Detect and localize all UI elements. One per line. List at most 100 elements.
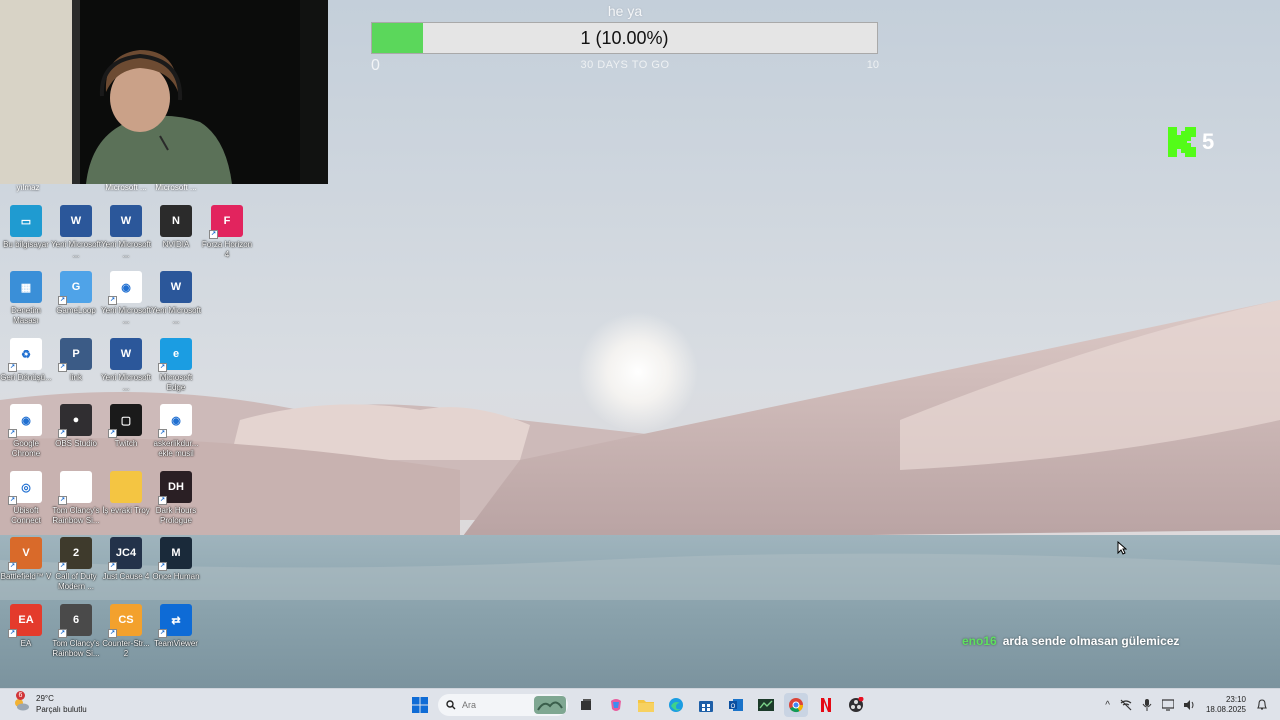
desktop-icon[interactable]: F ↗ Forza Horizon 4 bbox=[201, 205, 253, 260]
shortcut-arrow-icon: ↗ bbox=[58, 629, 67, 638]
desktop-icon[interactable]: İş evraki Troy bbox=[100, 471, 152, 516]
chrome-icon: ◉ ↗ bbox=[8, 404, 42, 438]
word-icon: W bbox=[110, 338, 142, 370]
gameloop-icon: G ↗ bbox=[58, 271, 92, 305]
goal-value: 1 (10.00%) bbox=[580, 28, 669, 48]
desktop-icon-label: askerlikdur... ekle musil bbox=[153, 439, 199, 458]
partial-icon-label[interactable]: Microsoft ... bbox=[98, 183, 154, 192]
clock-time: 23:10 bbox=[1225, 695, 1246, 704]
desktop-icon-label: Bu bilgisayar bbox=[3, 240, 49, 249]
chevron-up-icon[interactable]: ^ bbox=[1105, 700, 1110, 711]
desktop-icon[interactable]: N NVIDIA bbox=[150, 205, 202, 250]
desktop-icon[interactable]: JC4 ↗ Just Cause 4 bbox=[100, 537, 152, 582]
taskbar-search-box[interactable] bbox=[438, 694, 568, 716]
desktop-icon-label: Yeni Microsoft ... bbox=[101, 306, 151, 325]
netflix-icon bbox=[821, 698, 831, 712]
search-input[interactable] bbox=[462, 700, 532, 710]
desktop-icon[interactable]: ◉ ↗ Google Chrome bbox=[0, 404, 52, 459]
desktop-icon-label: Just Cause 4 bbox=[102, 572, 150, 581]
display-icon[interactable] bbox=[1161, 699, 1174, 711]
desktop-icon[interactable]: W Yeni Microsoft ... bbox=[100, 205, 152, 260]
nvidia-app-button[interactable] bbox=[754, 693, 778, 717]
desktop-icon[interactable]: W Yeni Microsoft ... bbox=[50, 205, 102, 260]
shortcut-arrow-icon: ↗ bbox=[8, 363, 17, 372]
desktop-icon-label: Yeni Microsoft ... bbox=[101, 373, 151, 392]
netflix-button[interactable] bbox=[814, 693, 838, 717]
desktop-icon[interactable]: 2 ↗ Call of Duty Modern ... bbox=[50, 537, 102, 592]
chat-username: eno16 bbox=[962, 634, 997, 648]
desktop-icon-label: Google Chrome bbox=[11, 439, 41, 458]
system-tray: ^ 23:10 18.08.2025 bbox=[1105, 693, 1268, 717]
desktop-icon-label: OBS Studio bbox=[55, 439, 97, 448]
chrome-taskbar-button[interactable] bbox=[784, 693, 808, 717]
desktop-icon[interactable]: ● ↗ OBS Studio bbox=[50, 404, 102, 449]
outlook-button[interactable]: O bbox=[724, 693, 748, 717]
desktop-icon[interactable]: P ↗ link bbox=[50, 338, 102, 383]
microphone-icon[interactable] bbox=[1142, 699, 1152, 711]
task-view-button[interactable] bbox=[574, 693, 598, 717]
volume-icon[interactable] bbox=[1183, 699, 1196, 711]
webcam-overlay bbox=[0, 0, 328, 184]
copilot-button[interactable] bbox=[604, 693, 628, 717]
folder-icon bbox=[638, 700, 654, 712]
follower-goal-widget: he ya 1 (10.00%) 0 30 DAYS TO GO 10 bbox=[371, 0, 879, 76]
desktop-icon-label: Ubisoft Connect bbox=[11, 506, 41, 525]
partial-icon-label[interactable]: Microsoft ... bbox=[148, 183, 204, 192]
desktop-icon-label: NVIDIA bbox=[162, 240, 190, 249]
notification-bell-icon[interactable] bbox=[1256, 699, 1268, 711]
desktop-icon[interactable]: 6 ↗ Tom Clancy's Rainbow Si... bbox=[50, 604, 102, 659]
outlook-icon: O bbox=[729, 699, 743, 711]
desktop-icon[interactable]: ◉ ↗ Yeni Microsoft ... bbox=[100, 271, 152, 326]
desktop-icon-label: link bbox=[69, 373, 82, 382]
desktop-icon[interactable]: W Yeni Microsoft ... bbox=[150, 271, 202, 326]
desktop-icon[interactable]: CS ↗ Counter-Str... 2 bbox=[100, 604, 152, 659]
desktop-icon[interactable]: EA ↗ EA bbox=[0, 604, 52, 649]
desktop-icon[interactable]: W Yeni Microsoft ... bbox=[100, 338, 152, 393]
desktop-icon[interactable]: ♻ ↗ Geri Dönüşü... bbox=[0, 338, 52, 383]
obs-taskbar-button[interactable] bbox=[844, 693, 868, 717]
desktop-icon-label: Yeni Microsoft ... bbox=[51, 240, 101, 259]
desktop-icon[interactable]: ◎ ↗ Ubisoft Connect bbox=[0, 471, 52, 526]
ea-icon: EA ↗ bbox=[8, 604, 42, 638]
shortcut-arrow-icon: ↗ bbox=[58, 562, 67, 571]
shortcut-arrow-icon: ↗ bbox=[58, 429, 67, 438]
goal-max: 10 bbox=[866, 59, 879, 71]
edge-icon: e ↗ bbox=[158, 338, 192, 372]
control-panel-icon: ▦ bbox=[10, 271, 42, 303]
network-off-icon[interactable] bbox=[1120, 699, 1132, 711]
desktop-icon[interactable]: DH ↗ Dark Hours Prologue bbox=[150, 471, 202, 526]
monitor-app-icon bbox=[758, 699, 774, 711]
start-button[interactable] bbox=[408, 693, 432, 717]
counter-strike-icon: CS ↗ bbox=[108, 604, 142, 638]
desktop-icon-label: Denetim Masası bbox=[11, 306, 41, 325]
shortcut-arrow-icon: ↗ bbox=[158, 629, 167, 638]
desktop-icon-label: GameLoop bbox=[56, 306, 96, 315]
desktop-icon-label: Yeni Microsoft ... bbox=[101, 240, 151, 259]
pubg-icon: P ↗ bbox=[58, 338, 92, 372]
weather-widget[interactable]: 6 29°C Parçalı bulutlu bbox=[12, 691, 87, 715]
shortcut-arrow-icon: ↗ bbox=[158, 496, 167, 505]
desktop-icon-label: Tom Clancy's Rainbow Si... bbox=[52, 506, 100, 525]
shortcut-arrow-icon: ↗ bbox=[108, 629, 117, 638]
partial-icon-label[interactable]: yılmaz bbox=[0, 183, 56, 192]
desktop-icon[interactable]: e ↗ Microsoft Edge bbox=[150, 338, 202, 393]
desktop-icon[interactable]: M ↗ Once Human bbox=[150, 537, 202, 582]
desktop-icon-label: Tom Clancy's Rainbow Si... bbox=[52, 639, 100, 658]
desktop-icon[interactable]: ◉ ↗ askerlikdur... ekle musil bbox=[150, 404, 202, 459]
windows-logo-icon bbox=[412, 697, 428, 713]
store-button[interactable] bbox=[694, 693, 718, 717]
desktop-icon[interactable]: ▦ Denetim Masası bbox=[0, 271, 52, 326]
desktop-icon[interactable]: G ↗ GameLoop bbox=[50, 271, 102, 316]
shortcut-arrow-icon: ↗ bbox=[8, 629, 17, 638]
file-explorer-button[interactable] bbox=[634, 693, 658, 717]
taskbar-clock[interactable]: 23:10 18.08.2025 bbox=[1206, 695, 1246, 715]
word-icon: W bbox=[160, 271, 192, 303]
edge-taskbar-button[interactable] bbox=[664, 693, 688, 717]
desktop-icon[interactable]: V ↗ Battlefield™ V bbox=[0, 537, 52, 582]
desktop-icon[interactable]: ▭ Bu bilgisayar bbox=[0, 205, 52, 250]
weather-description: Parçalı bulutlu bbox=[36, 705, 87, 714]
desktop-icon[interactable]: ↗ Tom Clancy's Rainbow Si... bbox=[50, 471, 102, 526]
desktop-icon[interactable]: ▢ ↗ Twitch bbox=[100, 404, 152, 449]
clock-date: 18.08.2025 bbox=[1205, 705, 1246, 714]
desktop-icon[interactable]: ⇄ ↗ TeamViewer bbox=[150, 604, 202, 649]
